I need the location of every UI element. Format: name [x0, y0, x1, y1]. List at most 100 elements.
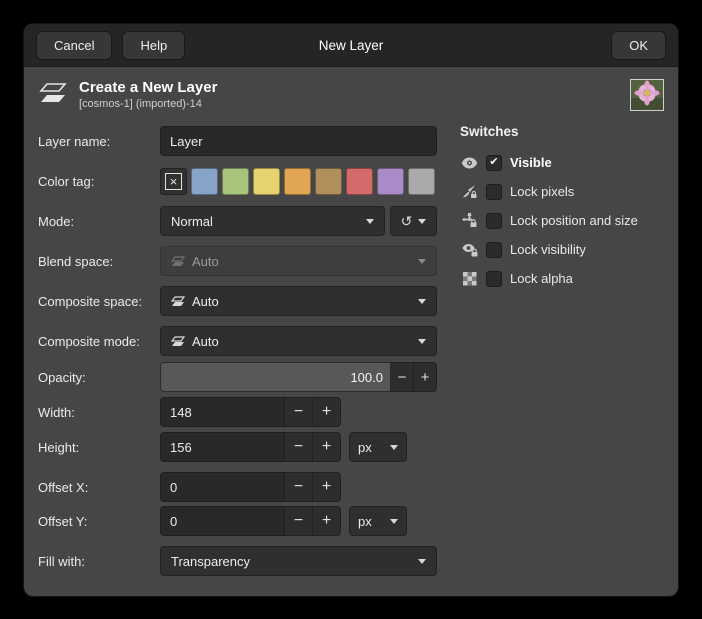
opacity-label: Opacity: [38, 370, 160, 385]
blend-space-row: Blend space: Auto [38, 246, 451, 276]
color-tag-label: Color tag: [38, 174, 160, 189]
color-tag-yellow[interactable] [253, 168, 280, 195]
new-layer-dialog: Cancel Help New Layer OK Create a New La… [24, 24, 678, 596]
color-tag-none[interactable]: × [160, 168, 187, 195]
offset-y-decrease-button[interactable]: − [285, 506, 313, 536]
chevron-down-icon [390, 519, 398, 524]
width-increase-button[interactable]: + [313, 397, 341, 427]
offset-y-increase-button[interactable]: + [313, 506, 341, 536]
offset-x-input[interactable]: 0 [160, 472, 285, 502]
composite-space-label: Composite space: [38, 294, 160, 309]
lock-pixels-label: Lock pixels [510, 184, 574, 199]
lock-position-label: Lock position and size [510, 213, 638, 228]
image-name: [cosmos-1] (imported)-14 [79, 98, 217, 110]
lock-position-checkbox[interactable] [486, 213, 502, 229]
fill-with-dropdown[interactable]: Transparency [160, 546, 437, 576]
offset-x-row: Offset X: 0 − + [38, 472, 451, 502]
blend-space-dropdown: Auto [160, 246, 437, 276]
color-tag-gray[interactable] [408, 168, 435, 195]
width-row: Width: 148 − + [38, 397, 451, 427]
titlebar: Cancel Help New Layer OK [24, 24, 678, 67]
color-tag-red[interactable] [346, 168, 373, 195]
switch-visible: ✔ Visible [460, 148, 670, 177]
height-decrease-button[interactable]: − [285, 432, 313, 462]
opacity-increase-button[interactable]: + [414, 362, 437, 392]
color-tag-green[interactable] [222, 168, 249, 195]
eye-lock-icon [460, 243, 479, 257]
switch-lock-position: Lock position and size [460, 206, 670, 235]
reset-history-icon: ↺ [401, 214, 413, 228]
composite-mode-row: Composite mode: Auto [38, 326, 451, 356]
chevron-down-icon [390, 445, 398, 450]
chevron-down-icon [418, 299, 426, 304]
composite-space-value: Auto [192, 294, 219, 309]
layer-form: Layer name: Layer Color tag: × [38, 126, 451, 586]
ok-button[interactable]: OK [611, 31, 666, 60]
offset-x-label: Offset X: [38, 480, 160, 495]
color-tag-row: Color tag: × [38, 166, 451, 196]
visible-checkbox[interactable]: ✔ [486, 155, 502, 171]
offset-x-increase-button[interactable]: + [313, 472, 341, 502]
height-increase-button[interactable]: + [313, 432, 341, 462]
fill-with-row: Fill with: Transparency [38, 546, 451, 576]
composite-mode-value: Auto [192, 334, 219, 349]
height-input[interactable]: 156 [160, 432, 285, 462]
offset-unit-dropdown[interactable]: px [349, 506, 407, 536]
color-tag-blue[interactable] [191, 168, 218, 195]
visible-label: Visible [510, 155, 552, 170]
checkmark-icon: ✔ [489, 157, 498, 168]
page-title: Create a New Layer [79, 79, 217, 97]
mode-value: Normal [171, 214, 213, 229]
offset-y-row: Offset Y: 0 − + px [38, 506, 451, 536]
lock-visibility-checkbox[interactable] [486, 242, 502, 258]
help-button[interactable]: Help [122, 31, 185, 60]
composite-space-row: Composite space: Auto [38, 286, 451, 316]
switch-lock-pixels: Lock pixels [460, 177, 670, 206]
no-tag-icon: × [165, 173, 182, 190]
size-unit-value: px [358, 440, 372, 455]
layer-icon [171, 256, 185, 267]
fill-with-value: Transparency [171, 554, 250, 569]
color-tag-orange[interactable] [284, 168, 311, 195]
composite-mode-dropdown[interactable]: Auto [160, 326, 437, 356]
switch-lock-alpha: Lock alpha [460, 264, 670, 293]
opacity-slider[interactable]: 100.0 [160, 362, 391, 392]
composite-space-dropdown[interactable]: Auto [160, 286, 437, 316]
layer-icon [171, 336, 185, 347]
layer-icon [171, 296, 185, 307]
switch-lock-visibility: Lock visibility [460, 235, 670, 264]
opacity-decrease-button[interactable]: − [391, 362, 414, 392]
image-thumbnail [630, 79, 664, 111]
color-tag-brown[interactable] [315, 168, 342, 195]
size-unit-dropdown[interactable]: px [349, 432, 407, 462]
offset-y-input[interactable]: 0 [160, 506, 285, 536]
dialog-title: New Layer [319, 38, 384, 53]
layer-name-label: Layer name: [38, 134, 160, 149]
layer-name-input[interactable]: Layer [160, 126, 437, 156]
mode-legacy-switch-button[interactable]: ↺ [390, 206, 437, 236]
lock-alpha-checkbox[interactable] [486, 271, 502, 287]
mode-dropdown[interactable]: Normal [160, 206, 385, 236]
offset-unit-value: px [358, 514, 372, 529]
chevron-down-icon [418, 339, 426, 344]
move-lock-icon [460, 213, 479, 228]
lock-alpha-label: Lock alpha [510, 271, 573, 286]
width-label: Width: [38, 405, 160, 420]
width-decrease-button[interactable]: − [285, 397, 313, 427]
eye-icon [460, 157, 479, 169]
chevron-down-icon [418, 259, 426, 264]
switches-title: Switches [460, 124, 670, 139]
paintbrush-lock-icon [460, 184, 479, 199]
offset-x-decrease-button[interactable]: − [285, 472, 313, 502]
color-tag-violet[interactable] [377, 168, 404, 195]
lock-visibility-label: Lock visibility [510, 242, 586, 257]
offset-y-label: Offset Y: [38, 514, 160, 529]
lock-pixels-checkbox[interactable] [486, 184, 502, 200]
cancel-button[interactable]: Cancel [36, 31, 112, 60]
opacity-value: 100.0 [350, 370, 383, 385]
width-input[interactable]: 148 [160, 397, 285, 427]
chevron-down-icon [418, 219, 426, 224]
blend-space-value: Auto [192, 254, 219, 269]
chevron-down-icon [366, 219, 374, 224]
transparency-lock-icon [460, 272, 479, 286]
